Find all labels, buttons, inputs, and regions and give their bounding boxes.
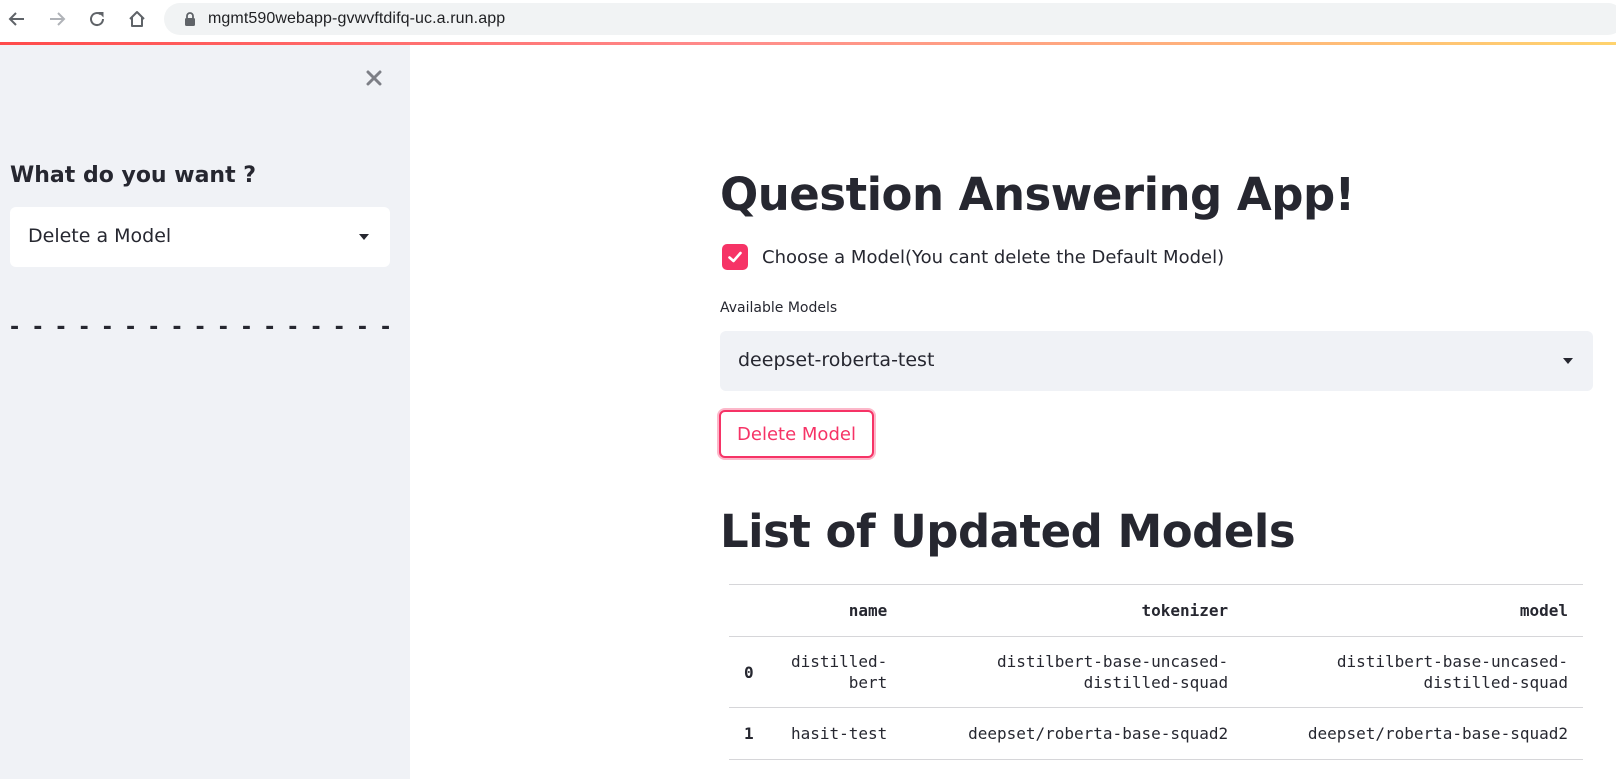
delete-model-button[interactable]: Delete Model: [719, 410, 874, 458]
row-name: hasit-test: [772, 707, 903, 760]
table-row: 0 distilled- bert distilbert-base-uncase…: [729, 636, 1583, 708]
row-tokenizer-line: distilled-squad: [1083, 673, 1229, 692]
row-name: distilled- bert: [772, 636, 903, 708]
forward-button[interactable]: [44, 6, 70, 32]
row-tokenizer: deepset/roberta-base-squad2: [902, 707, 1244, 760]
chevron-down-icon: [359, 234, 369, 240]
close-icon: [366, 70, 382, 86]
reload-icon: [90, 12, 105, 27]
table-header-model: model: [1243, 584, 1583, 637]
row-model: deepset/roberta-base-squad2: [1243, 707, 1583, 760]
row-model-line: distilbert-base-uncased-: [1336, 652, 1568, 671]
checkbox-checked[interactable]: [722, 244, 748, 270]
row-model: distilbert-base-uncased- distilled-squad: [1243, 636, 1583, 708]
models-select[interactable]: deepset-roberta-test: [720, 331, 1593, 391]
row-name-line: bert: [848, 673, 888, 692]
row-name-line: distilled-: [790, 652, 888, 671]
table-row: 1 hasit-test deepset/roberta-base-squad2…: [729, 707, 1583, 760]
models-table: name tokenizer model 0 distilled- bert d…: [729, 584, 1583, 760]
action-select-value: Delete a Model: [28, 225, 172, 247]
sidebar-close-button[interactable]: [361, 65, 387, 91]
check-icon: [728, 251, 742, 263]
row-tokenizer-line: distilbert-base-uncased-: [996, 652, 1229, 671]
row-index: 1: [729, 707, 773, 760]
lock-icon: [185, 12, 195, 26]
row-name-line: hasit-test: [790, 724, 888, 743]
section-title: List of Updated Models: [720, 505, 1296, 558]
row-index: 0: [729, 636, 773, 708]
row-tokenizer-line: deepset/roberta-base-squad2: [968, 724, 1229, 743]
table-header-index: [729, 584, 773, 637]
table-header-row: name tokenizer model: [729, 584, 1583, 637]
sidebar-divider: - - - - - - - - - - - - - - - - -: [10, 315, 394, 340]
row-model-line: distilled-squad: [1423, 673, 1569, 692]
home-icon: [129, 11, 145, 27]
table-header-name: name: [772, 584, 903, 637]
chevron-down-icon: [1563, 358, 1573, 364]
home-button[interactable]: [124, 6, 150, 32]
arrow-left-icon: [8, 12, 24, 26]
arrow-right-icon: [50, 12, 66, 26]
table-header-tokenizer: tokenizer: [902, 584, 1244, 637]
sidebar: What do you want ? Delete a Model - - - …: [0, 45, 410, 779]
models-select-value: deepset-roberta-test: [738, 349, 935, 371]
row-tokenizer: distilbert-base-uncased- distilled-squad: [902, 636, 1244, 708]
reload-button[interactable]: [84, 6, 110, 32]
models-select-label: Available Models: [720, 300, 838, 316]
checkbox-label: Choose a Model(You cant delete the Defau…: [762, 246, 1225, 268]
sidebar-heading: What do you want ?: [10, 163, 257, 188]
url-text[interactable]: mgmt590webapp-gvwvftdifq-uc.a.run.app: [208, 10, 505, 28]
action-select[interactable]: Delete a Model: [10, 207, 390, 267]
back-button[interactable]: [4, 6, 30, 32]
choose-model-checkbox[interactable]: Choose a Model(You cant delete the Defau…: [722, 244, 1224, 270]
browser-toolbar: mgmt590webapp-gvwvftdifq-uc.a.run.app: [0, 0, 1616, 40]
row-model-line: deepset/roberta-base-squad2: [1307, 724, 1568, 743]
address-bar[interactable]: mgmt590webapp-gvwvftdifq-uc.a.run.app: [164, 3, 1616, 35]
page-title: Question Answering App!: [720, 168, 1355, 221]
